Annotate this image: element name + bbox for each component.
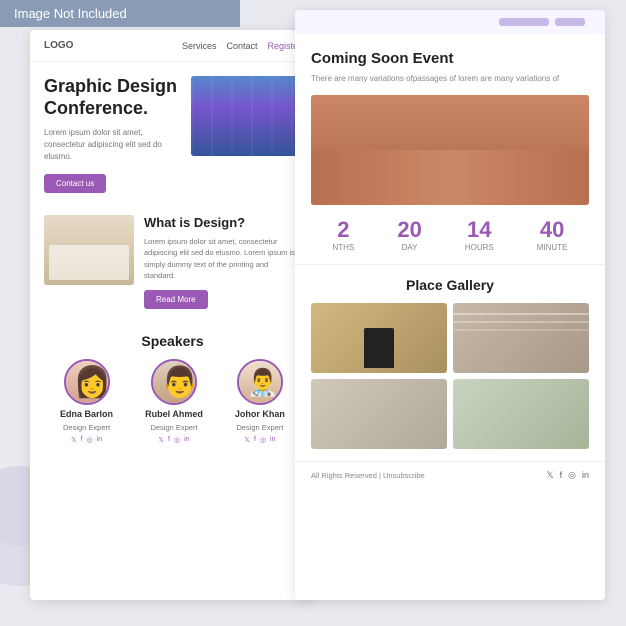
hero-section: Graphic Design Conference. Lorem ipsum d… xyxy=(30,62,315,193)
countdown-section: 2 NTHS 20 DAY 14 HOURS 40 MINUTE xyxy=(295,205,605,265)
nav-services[interactable]: Services xyxy=(182,41,217,51)
instagram-icon[interactable]: ◎ xyxy=(87,436,93,444)
gallery-section: Place Gallery xyxy=(295,265,605,461)
footer-social: 𝕏 f ◎ in xyxy=(546,470,589,481)
linkedin-icon[interactable]: in xyxy=(270,436,275,444)
coming-soon-section: Coming Soon Event There are many variati… xyxy=(295,34,605,95)
countdown-days-number: 20 xyxy=(397,217,421,243)
countdown-minutes-label: MINUTE xyxy=(537,243,568,252)
gallery-item-4 xyxy=(453,379,589,449)
nav-contact[interactable]: Contact xyxy=(226,41,257,51)
speaker-name-2: Rubel Ahmed xyxy=(145,409,203,419)
twitter-icon[interactable]: 𝕏 xyxy=(244,436,250,444)
countdown-hours-number: 14 xyxy=(465,217,494,243)
speaker-socials-3: 𝕏 f ◎ in xyxy=(244,436,275,444)
speakers-title: Speakers xyxy=(44,333,301,349)
twitter-icon[interactable]: 𝕏 xyxy=(71,436,77,444)
design-text: What is Design? Lorem ipsum dolor sit am… xyxy=(144,215,301,309)
logo: LOGO xyxy=(44,40,73,51)
countdown-days: 20 DAY xyxy=(397,217,421,252)
gallery-item-1 xyxy=(311,303,447,373)
design-description: Lorem ipsum dolor sit amet, consectetur … xyxy=(144,236,301,281)
table-scene xyxy=(44,215,134,285)
countdown-months-label: NTHS xyxy=(333,243,355,252)
speaker-role-3: Design Expert xyxy=(236,423,283,432)
linkedin-icon[interactable]: in xyxy=(97,436,102,444)
hero-text: Graphic Design Conference. Lorem ipsum d… xyxy=(44,76,181,193)
speakers-section: Speakers Edna Barlon Design Expert 𝕏 f ◎… xyxy=(30,323,315,454)
banner-text: Image Not Included xyxy=(14,6,127,21)
gallery-item-3 xyxy=(311,379,447,449)
contact-us-button[interactable]: Contact us xyxy=(44,174,106,193)
facebook-footer-icon[interactable]: f xyxy=(560,470,563,481)
header-dot-1 xyxy=(499,18,549,26)
speaker-1: Edna Barlon Design Expert 𝕏 f ◎ in xyxy=(60,359,113,444)
coming-soon-description: There are many variations ofpassages of … xyxy=(311,73,589,85)
speaker-name-3: Johor Khan xyxy=(235,409,285,419)
header-dot-2 xyxy=(555,18,585,26)
countdown-days-label: DAY xyxy=(397,243,421,252)
event-image xyxy=(311,95,589,205)
footer-text: All Rights Reserved | Unsubscribe xyxy=(311,471,425,480)
avatar-edna xyxy=(64,359,110,405)
gallery-grid xyxy=(311,303,589,449)
right-email-card: Coming Soon Event There are many variati… xyxy=(295,10,605,600)
countdown-months-number: 2 xyxy=(333,217,355,243)
facebook-icon[interactable]: f xyxy=(81,436,83,444)
left-email-card: LOGO Services Contact Register Graphic D… xyxy=(30,30,315,600)
countdown-months: 2 NTHS xyxy=(333,217,355,252)
design-section: What is Design? Lorem ipsum dolor sit am… xyxy=(30,201,315,323)
speaker-3: Johor Khan Design Expert 𝕏 f ◎ in xyxy=(235,359,285,444)
hero-image xyxy=(191,76,301,156)
avatar-female-img xyxy=(66,361,108,403)
avatar-johor xyxy=(237,359,283,405)
chairs-scene xyxy=(311,95,589,205)
avatar-male1-img xyxy=(153,361,195,403)
avatar-male2-img xyxy=(239,361,281,403)
countdown-minutes-number: 40 xyxy=(537,217,568,243)
facebook-icon[interactable]: f xyxy=(168,436,170,444)
hall-interior xyxy=(191,76,301,156)
facebook-icon[interactable]: f xyxy=(254,436,256,444)
linkedin-footer-icon[interactable]: in xyxy=(582,470,589,481)
gallery-title: Place Gallery xyxy=(311,277,589,293)
design-image xyxy=(44,215,134,285)
image-not-included-banner: Image Not Included xyxy=(0,0,240,27)
countdown-hours-label: HOURS xyxy=(465,243,494,252)
speaker-socials-1: 𝕏 f ◎ in xyxy=(71,436,102,444)
speaker-socials-2: 𝕏 f ◎ in xyxy=(158,436,189,444)
twitter-icon[interactable]: 𝕏 xyxy=(158,436,164,444)
linkedin-icon[interactable]: in xyxy=(184,436,189,444)
speaker-name-1: Edna Barlon xyxy=(60,409,113,419)
speaker-2: Rubel Ahmed Design Expert 𝕏 f ◎ in xyxy=(145,359,203,444)
speaker-role-2: Design Expert xyxy=(150,423,197,432)
nav-bar: LOGO Services Contact Register xyxy=(30,30,315,62)
countdown-minutes: 40 MINUTE xyxy=(537,217,568,252)
instagram-icon[interactable]: ◎ xyxy=(174,436,180,444)
read-more-button[interactable]: Read More xyxy=(144,290,208,309)
twitter-footer-icon[interactable]: 𝕏 xyxy=(546,470,553,481)
hero-description: Lorem ipsum dolor sit amet, consectetur … xyxy=(44,127,181,163)
footer: All Rights Reserved | Unsubscribe 𝕏 f ◎ … xyxy=(295,461,605,489)
instagram-footer-icon[interactable]: ◎ xyxy=(568,470,576,481)
speaker-role-1: Design Expert xyxy=(63,423,110,432)
gallery-item-2 xyxy=(453,303,589,373)
avatar-rubel xyxy=(151,359,197,405)
hero-title: Graphic Design Conference. xyxy=(44,76,181,119)
header-placeholder xyxy=(295,10,605,34)
speakers-row: Edna Barlon Design Expert 𝕏 f ◎ in Rubel… xyxy=(44,359,301,444)
countdown-hours: 14 HOURS xyxy=(465,217,494,252)
coming-soon-title: Coming Soon Event xyxy=(311,50,589,67)
design-title: What is Design? xyxy=(144,215,301,230)
nav-links: Services Contact Register xyxy=(182,41,301,51)
instagram-icon[interactable]: ◎ xyxy=(260,436,266,444)
